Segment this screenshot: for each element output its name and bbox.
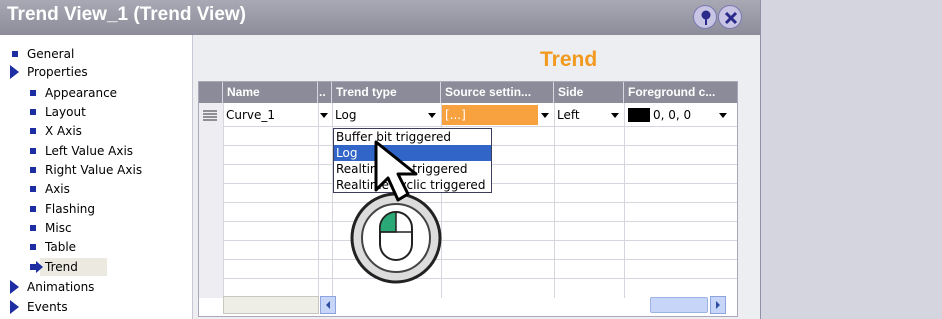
grid-line	[199, 240, 737, 241]
bullet-icon	[30, 128, 36, 134]
expand-arrow-icon	[10, 300, 19, 314]
bullet-icon	[12, 51, 18, 57]
tree-item-label: Events	[27, 300, 68, 314]
chevron-down-icon[interactable]	[320, 113, 328, 118]
column-header-more[interactable]: ..	[318, 82, 332, 103]
tree-item-label: Properties	[27, 65, 88, 79]
scroll-track[interactable]	[223, 296, 319, 314]
bullet-icon	[30, 109, 36, 115]
scroll-right-button[interactable]	[710, 296, 726, 314]
arrow-right-icon	[30, 261, 43, 273]
expand-arrow-icon	[10, 65, 19, 79]
chevron-right-icon	[716, 301, 720, 309]
pin-button[interactable]	[693, 5, 717, 29]
cell-side[interactable]: Left	[554, 105, 610, 125]
tree-item-label: Axis	[45, 182, 70, 196]
tree-item-label: General	[27, 47, 75, 61]
section-title: Trend	[540, 48, 598, 71]
cell-name[interactable]: Curve_1	[223, 105, 318, 125]
bullet-icon	[30, 90, 36, 96]
row-header-corner	[199, 82, 223, 103]
title-bar: Trend View_1 (Trend View)	[0, 0, 760, 35]
bullet-icon	[30, 148, 36, 154]
chevron-down-icon[interactable]	[611, 113, 619, 118]
cell-trend-type[interactable]: Log	[332, 105, 441, 125]
close-icon	[724, 11, 738, 25]
column-header-side[interactable]: Side	[554, 82, 624, 103]
grid-line	[199, 221, 737, 222]
bullet-icon	[30, 225, 36, 231]
bullet-icon	[30, 206, 36, 212]
scroll-thumb[interactable]	[650, 297, 708, 313]
tree-item-label: Animations	[27, 280, 95, 294]
bullet-icon	[30, 186, 36, 192]
column-header-source-settings[interactable]: Source settin...	[441, 82, 554, 103]
grid-line	[199, 278, 737, 279]
tree-item-label: Left Value Axis	[45, 144, 134, 158]
tree-item-label: Table	[45, 240, 77, 254]
chevron-down-icon[interactable]	[719, 113, 727, 118]
tree-item-label: Trend	[45, 260, 78, 274]
close-button[interactable]	[718, 5, 742, 29]
cell-source-settings[interactable]: [...]	[442, 105, 538, 125]
tree-item-label: Flashing	[45, 202, 96, 216]
tree-item-trend[interactable]: Trend	[30, 258, 107, 276]
row-gutter	[199, 103, 223, 298]
window-title: Trend View_1 (Trend View)	[7, 4, 246, 25]
trend-table: Name .. Trend type Source settin... Side…	[198, 81, 738, 317]
cell-foreground-color[interactable]: 0, 0, 0	[650, 105, 710, 125]
hand-pointer-icon	[374, 140, 418, 202]
column-header-foreground-color[interactable]: Foreground c...	[624, 82, 737, 103]
row-selector-icon[interactable]	[201, 109, 219, 121]
grid-line	[624, 103, 625, 298]
bullet-icon	[30, 244, 36, 250]
side-panel	[760, 0, 942, 319]
grid-line	[223, 103, 224, 298]
column-header-name[interactable]: Name	[223, 82, 318, 103]
grid-line	[199, 126, 737, 127]
chevron-left-icon	[326, 301, 330, 309]
tree-item-label: X Axis	[45, 124, 82, 138]
property-tree: General Properties Appearance Layout X A…	[0, 35, 193, 319]
chevron-down-icon[interactable]	[541, 113, 549, 118]
tree-item-label: Appearance	[45, 86, 118, 100]
grid-line	[199, 259, 737, 260]
tree-item-label: Misc	[45, 221, 72, 235]
grid-line	[318, 103, 319, 298]
tree-item-label: Layout	[45, 105, 86, 119]
grid-line	[554, 103, 555, 298]
chevron-down-icon[interactable]	[428, 113, 436, 118]
column-header-trend-type[interactable]: Trend type	[332, 82, 441, 103]
color-swatch	[628, 108, 650, 122]
scroll-left-button[interactable]	[320, 296, 336, 314]
grid-line	[199, 202, 737, 203]
expand-arrow-icon	[10, 280, 19, 294]
pin-icon	[701, 10, 711, 25]
bullet-icon	[30, 167, 36, 173]
tree-item-label: Right Value Axis	[45, 163, 143, 177]
